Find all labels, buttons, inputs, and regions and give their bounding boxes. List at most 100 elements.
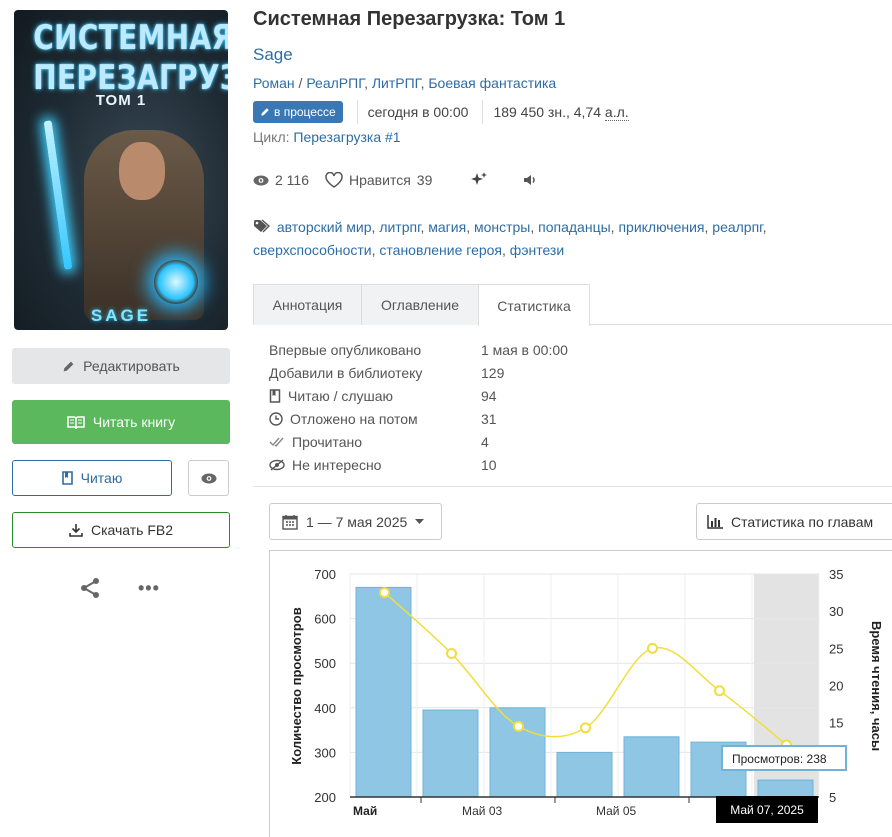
reading-button[interactable]: Читаю [12, 460, 172, 496]
stat-row: Читаю / слушаю 94 [269, 384, 568, 407]
stat-label: Добавили в библиотеку [269, 364, 423, 381]
genre-link[interactable]: Боевая фантастика [428, 75, 556, 91]
stat-label: Прочитано [292, 433, 362, 450]
tag-link[interactable]: монстры [474, 219, 530, 235]
like-button[interactable]: Нравится 39 [325, 172, 432, 188]
download-fb2-label: Скачать FB2 [90, 522, 174, 538]
tab-statistics[interactable]: Статистика [478, 284, 590, 326]
divider [482, 100, 484, 124]
line-point [379, 587, 390, 599]
cover-sword [43, 120, 73, 270]
tag-link[interactable]: попаданцы [538, 219, 611, 235]
tab-contents[interactable]: Оглавление [361, 284, 479, 325]
sparkle-icon[interactable] [470, 171, 488, 189]
size-al-unit: а.л. [604, 103, 629, 121]
stat-value: 1 мая в 00:00 [481, 341, 568, 358]
views-value: 2 116 [275, 172, 309, 188]
tag-link[interactable]: фэнтези [510, 242, 564, 258]
chapters-stats-button[interactable]: Статистика по главам [696, 503, 892, 540]
genres-breadcrumb: Роман / РеалРПГ, ЛитРПГ, Боевая фантасти… [253, 75, 557, 91]
cover-author: SAGE [90, 306, 152, 325]
y-right-tick-label: 35 [829, 567, 843, 582]
cover-face [119, 142, 165, 200]
x-tick-label: Май [353, 804, 377, 818]
x-tick-label: Май 03 [462, 804, 503, 818]
cycle-label: Цикл: [253, 129, 290, 145]
line-point [714, 685, 725, 697]
tag-link[interactable]: реалрпг [712, 219, 762, 235]
y-right-tick-label: 20 [829, 679, 843, 694]
cycle-number[interactable]: #1 [385, 129, 401, 145]
pencil-icon [261, 108, 269, 116]
watch-button[interactable] [188, 460, 229, 496]
y-tick-label: 600 [314, 612, 336, 627]
stat-label: Не интересно [292, 456, 382, 473]
tag-link[interactable]: сверхспособности [253, 242, 372, 258]
date-range-label: 1 — 7 мая 2025 [306, 513, 408, 530]
stat-row: Отложено на потом 31 [269, 407, 568, 430]
stats-list: Впервые опубликовано 1 мая в 00:00 Добав… [269, 338, 568, 476]
y-tick-label: 700 [314, 567, 336, 582]
line-point [580, 722, 591, 734]
y-right-tick-label: 25 [829, 641, 843, 656]
stat-value: 31 [481, 410, 497, 427]
audio-icon[interactable] [522, 173, 538, 187]
y-right-tick-label: 15 [829, 716, 843, 731]
likes-label: Нравится [349, 172, 411, 188]
date-range-picker[interactable]: 1 — 7 мая 2025 [269, 503, 442, 540]
tag-link[interactable]: приключения [618, 219, 704, 235]
views-chart[interactable]: 2003004005006007005101520253035МайМай 03… [269, 550, 892, 837]
clock-icon [269, 411, 283, 426]
chart-bar [623, 736, 680, 798]
status-badge: в процессе [253, 101, 343, 123]
read-book-button[interactable]: Читать книгу [12, 400, 230, 444]
tag-link[interactable]: становление героя [379, 242, 502, 258]
chart-bar [556, 751, 613, 798]
stat-row: Впервые опубликовано 1 мая в 00:00 [269, 338, 568, 361]
open-book-icon [67, 415, 85, 429]
chart-bar [422, 709, 479, 798]
cycle-link[interactable]: Перезагрузка [293, 129, 381, 145]
cover-volume: ТОМ 1 [95, 92, 147, 109]
share-icon[interactable] [78, 576, 102, 603]
pencil-icon [63, 361, 74, 371]
genre-link[interactable]: Роман [253, 75, 295, 91]
more-options-icon[interactable]: ••• [138, 578, 160, 599]
tag-link[interactable]: литрпг [379, 219, 420, 235]
stat-label: Читаю / слушаю [288, 387, 394, 404]
stat-label: Впервые опубликовано [269, 341, 422, 358]
eye-slash-icon [269, 458, 285, 471]
tab-annotation[interactable]: Аннотация [253, 284, 362, 325]
book-author-link[interactable]: Sage [253, 45, 293, 65]
engagement-row: 2 116 Нравится 39 [253, 171, 538, 189]
stat-value: 4 [481, 433, 489, 450]
genre-link[interactable]: РеалРПГ [306, 75, 364, 91]
line-point [647, 642, 658, 654]
likes-value: 39 [416, 172, 433, 188]
book-meta: в процессе сегодня в 00:00 189 450 зн., … [253, 99, 629, 125]
crosshair-label: Май 07, 2025 [730, 803, 804, 817]
eye-icon [253, 175, 269, 185]
y-tick-label: 400 [314, 701, 336, 716]
book-cover[interactable]: СИСТЕМНАЯ ПЕРЕЗАГРУЗКА ТОМ 1 SAGE [14, 10, 228, 330]
tag-link[interactable]: магия [428, 219, 466, 235]
stat-label: Отложено на потом [290, 410, 418, 427]
y-tick-label: 200 [314, 790, 336, 805]
y-right-tick-label: 5 [829, 790, 836, 805]
eye-icon [201, 473, 216, 483]
chart-bar [355, 586, 412, 798]
edit-button[interactable]: Редактировать [12, 348, 230, 384]
status-label: в процессе [274, 105, 336, 119]
x-tick-label: Май 05 [596, 804, 637, 818]
stat-row: Добавили в библиотеку 129 [269, 361, 568, 384]
bookmark-icon [269, 388, 281, 403]
tags-list: авторский мир, литрпг, магия, монстры, п… [253, 219, 767, 258]
stat-row: Не интересно 10 [269, 453, 568, 476]
genre-link[interactable]: ЛитРПГ [372, 75, 421, 91]
book-title: Системная Перезагрузка: Том 1 [253, 8, 566, 30]
calendar-icon [282, 514, 298, 530]
y-tick-label: 300 [314, 745, 336, 760]
stat-value: 129 [481, 364, 505, 381]
download-fb2-button[interactable]: Скачать FB2 [12, 512, 230, 548]
tag-link[interactable]: авторский мир [277, 219, 372, 235]
